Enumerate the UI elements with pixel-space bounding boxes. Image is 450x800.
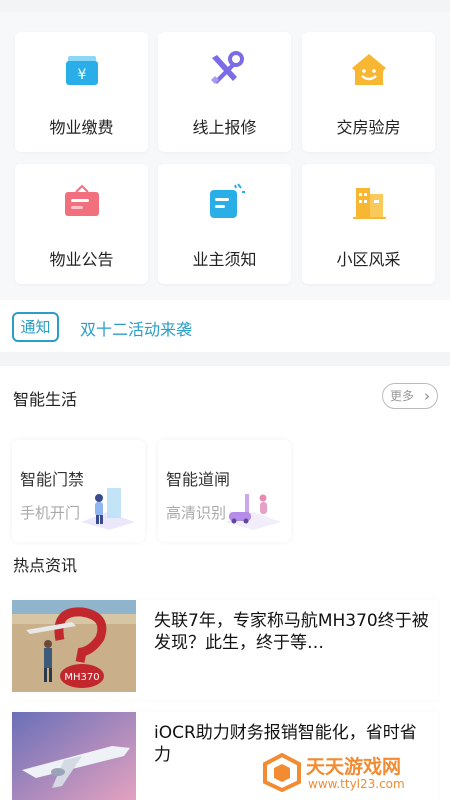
service-label: 小区风采 bbox=[336, 250, 401, 269]
service-community-style[interactable]: 小区风采 bbox=[302, 164, 435, 284]
section-title: 智能生活 bbox=[13, 390, 78, 409]
notice-board-icon bbox=[65, 184, 99, 216]
watermark: 天天游戏网 www.ttyl23.com bbox=[262, 750, 442, 794]
smart-card-subtitle: 手机开门 bbox=[20, 504, 81, 522]
service-label: 线上报修 bbox=[192, 118, 257, 137]
smart-card-title: 智能门禁 bbox=[20, 470, 85, 489]
watermark-url: www.ttyl23.com bbox=[308, 777, 405, 791]
service-property-notice[interactable]: 物业公告 bbox=[15, 164, 148, 284]
smart-door-card[interactable]: 智能门禁 手机开门 bbox=[12, 440, 145, 542]
notice-tag: 通知 bbox=[12, 312, 59, 342]
notice-text[interactable]: 双十二活动来袭 bbox=[80, 316, 192, 340]
smart-life-section: 智能生活 更多 › 智能门禁 手机开门 智能道闸 高清识别 bbox=[0, 366, 450, 556]
svg-text:MH370: MH370 bbox=[64, 672, 99, 683]
gate-car-illustration bbox=[225, 494, 281, 530]
smart-card-title: 智能道闸 bbox=[166, 470, 231, 489]
watermark-brand: 天天游戏网 bbox=[306, 756, 402, 778]
notice-bar[interactable]: 通知 双十二活动来袭 bbox=[0, 300, 450, 352]
more-button[interactable]: 更多 › bbox=[382, 383, 438, 409]
service-label: 交房验房 bbox=[336, 118, 401, 137]
payment-icon: ¥ bbox=[66, 56, 98, 85]
service-label: 业主须知 bbox=[192, 250, 257, 269]
svg-text:¥: ¥ bbox=[78, 67, 87, 83]
house-icon bbox=[352, 54, 386, 85]
buildings-icon bbox=[353, 188, 386, 219]
news-item[interactable]: MH370 失联7年，专家称马航MH370终于被发现？此生，终于等… bbox=[12, 600, 438, 700]
smart-gate-card[interactable]: 智能道闸 高清识别 bbox=[158, 440, 291, 542]
repair-tools-icon bbox=[211, 51, 244, 84]
airplane-image bbox=[12, 712, 136, 800]
smart-card-subtitle: 高清识别 bbox=[166, 504, 227, 522]
service-grid: ¥ 物业缴费 线上报修 交房验房 物业公告 业主须知 小区风采 bbox=[0, 12, 450, 300]
service-house-inspection[interactable]: 交房验房 bbox=[302, 32, 435, 152]
section-title: 热点资讯 bbox=[13, 556, 78, 575]
door-access-illustration bbox=[81, 488, 135, 530]
news-title: 失联7年，专家称马航MH370终于被发现？此生，终于等… bbox=[154, 611, 429, 653]
more-label: 更多 bbox=[390, 389, 415, 403]
chevron-right-icon: › bbox=[424, 387, 430, 405]
service-label: 物业缴费 bbox=[49, 118, 114, 137]
service-label: 物业公告 bbox=[49, 250, 114, 269]
document-icon bbox=[210, 183, 245, 218]
service-online-repair[interactable]: 线上报修 bbox=[158, 32, 291, 152]
service-owner-guide[interactable]: 业主须知 bbox=[158, 164, 291, 284]
watermark-logo-icon bbox=[263, 752, 301, 792]
service-property-fee[interactable]: ¥ 物业缴费 bbox=[15, 32, 148, 152]
mh370-sand-sculpture-image: MH370 bbox=[12, 600, 136, 692]
